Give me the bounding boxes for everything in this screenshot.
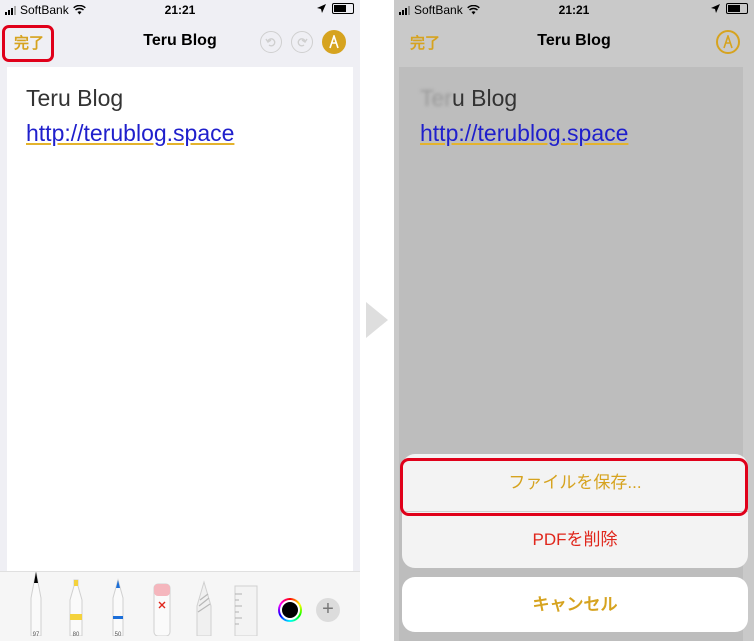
eraser-tool[interactable] <box>152 582 171 641</box>
lasso-icon <box>196 580 212 637</box>
pencil-icon <box>112 578 124 637</box>
document-title: Teru Blog <box>26 85 124 111</box>
save-highlight-box <box>400 458 748 516</box>
document-link[interactable]: http://terublog.space <box>420 120 628 147</box>
document-link[interactable]: http://terublog.space <box>26 120 234 147</box>
blurred-text: Ter <box>420 85 452 111</box>
pencil-tool[interactable]: 50 <box>109 578 127 641</box>
battery-icon <box>726 3 748 14</box>
color-picker-icon[interactable] <box>278 598 302 622</box>
right-screen: SoftBank 21:21 完了 Teru Blog Teru Blog ht… <box>394 0 754 641</box>
add-button[interactable]: + <box>316 598 340 622</box>
document-page: Teru Blog http://terublog.space <box>7 67 353 572</box>
nav-bar: 完了 Teru Blog <box>394 22 754 62</box>
done-highlight-box <box>2 25 54 62</box>
markup-icon[interactable] <box>322 30 346 54</box>
cancel-button[interactable]: キャンセル <box>402 577 748 632</box>
pen-width: 97 <box>32 632 40 638</box>
pen-tool[interactable]: 97 <box>27 570 45 641</box>
left-screen: SoftBank 21:21 完了 Teru Blog Teru Blog ht… <box>0 0 360 641</box>
pen-icon <box>30 571 42 637</box>
ruler-tool[interactable] <box>234 584 258 641</box>
clock: 21:21 <box>558 3 590 17</box>
pencil-width: 50 <box>114 632 122 638</box>
marker-tool[interactable]: 80 <box>67 578 85 641</box>
lasso-tool[interactable] <box>194 580 212 641</box>
transition-arrow-icon <box>366 302 388 338</box>
title-text: u Blog <box>451 85 518 111</box>
redo-icon[interactable] <box>291 31 313 53</box>
ruler-icon <box>234 585 258 637</box>
markup-toolbar: 97 80 50 + <box>0 571 360 641</box>
document-title: Teru Blog <box>420 85 517 112</box>
delete-pdf-button[interactable]: PDFを削除 <box>402 511 748 568</box>
page-title: Teru Blog <box>537 32 611 49</box>
markup-icon[interactable] <box>716 30 740 54</box>
location-icon <box>711 4 720 13</box>
status-bar: SoftBank 21:21 <box>394 0 754 20</box>
marker-width: 80 <box>72 632 80 638</box>
clock: 21:21 <box>164 3 196 17</box>
battery-icon <box>332 3 354 14</box>
marker-icon <box>69 579 83 637</box>
location-icon <box>317 4 326 13</box>
eraser-icon <box>153 583 171 637</box>
status-bar: SoftBank 21:21 <box>0 0 360 20</box>
undo-icon[interactable] <box>260 31 282 53</box>
